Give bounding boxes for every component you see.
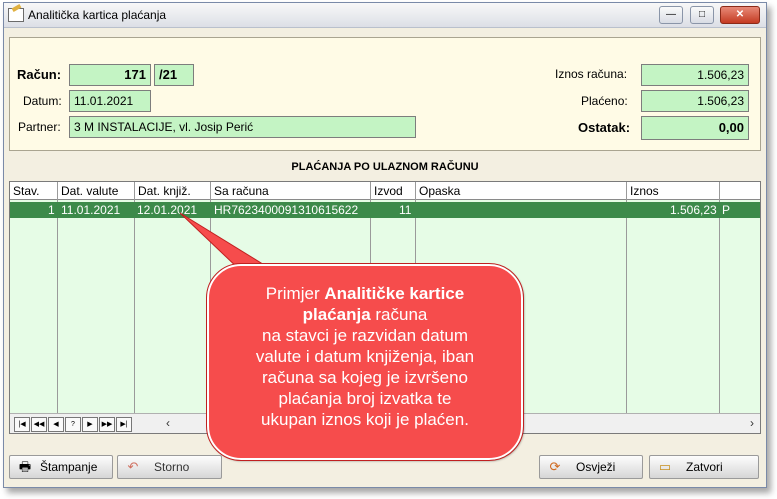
callout-line-7: ukupan iznos koji je plaćen. <box>261 410 469 429</box>
callout-line-2: plaćanja računa <box>302 305 428 324</box>
callout-line-6: plaćanja broj izvatka te <box>278 389 452 408</box>
callout-line-5: računa sa kojeg je izvršeno <box>261 368 468 387</box>
callout-line-4: valute i datum knjiženja, iban <box>255 347 475 366</box>
annotation-callout: Primjer Analitičke kartice plaćanja raču… <box>206 263 524 461</box>
callout-line-1: Primjer Analitičke kartice <box>265 284 465 303</box>
callout-line-3: na stavci je razvidan datum <box>262 326 468 345</box>
